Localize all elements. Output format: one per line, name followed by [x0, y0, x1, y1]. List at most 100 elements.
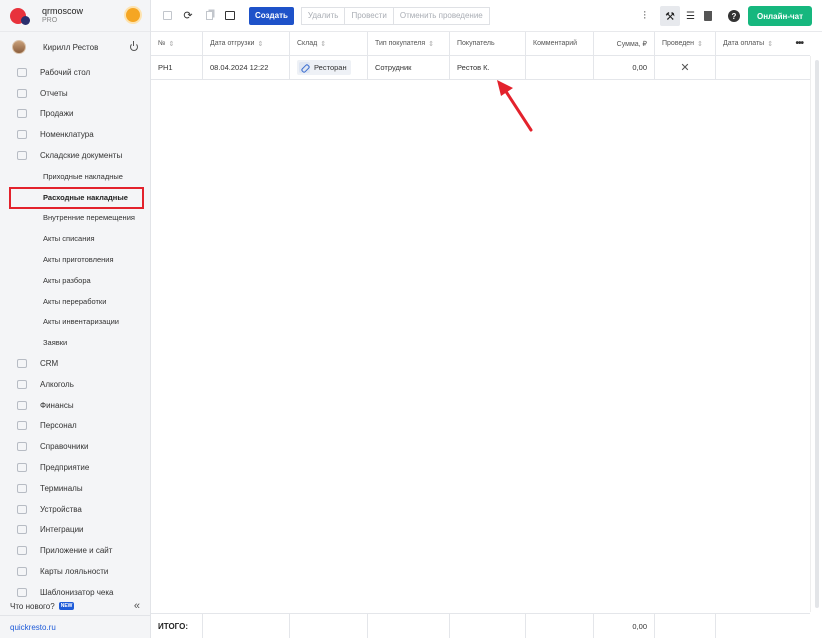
sidebar-item-warehouse-docs[interactable]: Складские документы — [0, 145, 150, 166]
user-block[interactable]: Кирилл Рестов — [0, 32, 150, 62]
sidebar-subitem-disassembly[interactable]: Акты разбора — [0, 270, 150, 291]
col-header-buyer-type[interactable]: Тип покупателя ⇕ — [368, 32, 450, 55]
sliders-icon[interactable]: ⫶ — [643, 10, 646, 23]
help-icon[interactable]: ? — [727, 10, 740, 22]
save-icon[interactable] — [161, 10, 173, 22]
cell-buyer: Рестов К. — [450, 56, 526, 79]
tools-icon[interactable]: ⚒ — [660, 6, 681, 26]
total-sum: 0,00 — [594, 614, 655, 638]
col-label: Дата отгрузки — [210, 40, 255, 47]
sidebar-item-alcohol[interactable]: Алкоголь — [0, 374, 150, 395]
sidebar-subitem-inventory[interactable]: Акты инвентаризации — [0, 312, 150, 333]
col-header-buyer[interactable]: Покупатель — [450, 32, 526, 55]
building-icon — [17, 463, 27, 473]
online-chat-button[interactable]: Онлайн-чат — [747, 6, 812, 26]
col-header-comment[interactable]: Комментарий — [526, 32, 594, 55]
footer-cell — [655, 614, 716, 638]
terminal-icon — [17, 483, 27, 493]
col-header-date[interactable]: Дата отгрузки ⇕ — [203, 32, 290, 55]
inbox-icon[interactable] — [224, 10, 236, 22]
trash-icon[interactable] — [703, 11, 712, 21]
user-name: Кирилл Рестов — [43, 42, 99, 52]
sidebar-subitem-requests[interactable]: Заявки — [0, 332, 150, 353]
sidebar-item-finance[interactable]: Финансы — [0, 395, 150, 416]
main-menu: Рабочий стол Отчеты Продажи Номенклатура… — [0, 62, 150, 603]
cell-comment — [526, 56, 594, 79]
footer-cell — [526, 614, 594, 638]
delete-button[interactable]: Удалить — [300, 6, 346, 25]
cell-paid-date — [716, 56, 810, 79]
sidebar-subitem-transfers[interactable]: Внутренние перемещения — [0, 208, 150, 229]
link-icon — [299, 62, 310, 73]
col-header-store[interactable]: Склад ⇕ — [290, 32, 368, 55]
main-content: ⟳ Создать Удалить Провести Отменить пров… — [151, 0, 822, 638]
sidebar-item-references[interactable]: Справочники — [0, 436, 150, 457]
sort-icon: ⇕ — [257, 40, 264, 48]
collapse-sidebar-icon[interactable]: « — [134, 600, 140, 612]
brand-name: qrmoscow — [42, 6, 84, 16]
more-icon[interactable]: ••• — [795, 38, 803, 49]
sidebar-item-terminals[interactable]: Терминалы — [0, 478, 150, 499]
store-chip[interactable]: Ресторан — [297, 60, 351, 75]
whatsnew-row[interactable]: Что нового? NEW « — [0, 596, 150, 616]
sidebar-item-crm[interactable]: CRM — [0, 353, 150, 374]
avatar — [12, 40, 26, 54]
copy-glyph — [205, 11, 213, 20]
cell-buyer-type: Сотрудник — [368, 56, 450, 79]
sun-icon[interactable] — [126, 8, 140, 22]
cell-posted: ✕ — [655, 56, 716, 79]
sidebar-subitem-incoming[interactable]: Приходные накладные — [0, 166, 150, 187]
sidebar-item-staff[interactable]: Персонал — [0, 416, 150, 437]
not-posted-icon: ✕ — [680, 62, 690, 74]
sidebar-item-loyalty[interactable]: Карты лояльности — [0, 561, 150, 582]
whatsnew-link[interactable]: Что нового? — [10, 602, 55, 611]
action-button-group: Удалить Провести Отменить проведение — [300, 6, 490, 25]
site-link[interactable]: quickresto.ru — [10, 623, 56, 632]
sidebar-item-nomenclature[interactable]: Номенклатура — [0, 124, 150, 145]
sidebar-item-integrations[interactable]: Интеграции — [0, 520, 150, 541]
footer-cell — [368, 614, 450, 638]
create-button[interactable]: Создать — [249, 6, 294, 25]
sidebar-item-devices[interactable]: Устройства — [0, 499, 150, 520]
table-row[interactable]: РН1 08.04.2024 12:22 Ресторан Сотрудник … — [151, 56, 810, 80]
sidebar-subitem-processing[interactable]: Акты переработки — [0, 291, 150, 312]
toolbar: ⟳ Создать Удалить Провести Отменить пров… — [151, 0, 822, 32]
power-icon[interactable] — [130, 41, 138, 51]
sidebar-item-dashboard[interactable]: Рабочий стол — [0, 62, 150, 83]
col-header-posted[interactable]: Проведен ⇕ — [655, 32, 716, 55]
vertical-scrollbar[interactable] — [810, 56, 822, 612]
sort-icon: ⇕ — [428, 40, 435, 48]
footer-cell — [290, 614, 368, 638]
cell-sum: 0,00 — [594, 56, 655, 79]
list-icon[interactable]: ☰ — [686, 11, 695, 22]
sidebar-subitem-cooking[interactable]: Акты приготовления — [0, 249, 150, 270]
col-header-sum[interactable]: Сумма, ₽ — [594, 32, 655, 55]
copy-icon[interactable] — [203, 10, 215, 22]
arrow-head — [497, 80, 513, 96]
col-header-paid-date[interactable]: Дата оплаты ⇕ ••• — [716, 32, 810, 55]
sidebar-item-reports[interactable]: Отчеты — [0, 83, 150, 104]
sidebar-item-app-site[interactable]: Приложение и сайт — [0, 540, 150, 561]
printer-icon — [17, 504, 27, 514]
sort-icon: ⇕ — [168, 40, 175, 48]
col-label: Комментарий — [533, 40, 578, 47]
table-footer: ИТОГО: 0,00 — [151, 613, 810, 638]
post-button[interactable]: Провести — [344, 6, 394, 25]
col-label: Дата оплаты — [723, 40, 765, 47]
sidebar-subitem-writeoff[interactable]: Акты списания — [0, 228, 150, 249]
refresh-icon[interactable]: ⟳ — [182, 10, 194, 22]
book-icon — [17, 442, 27, 452]
gauge-icon — [17, 67, 27, 77]
sort-icon: ⇕ — [320, 40, 327, 48]
brand-block[interactable]: qrmoscow PRO — [0, 0, 150, 32]
sidebar-item-sales[interactable]: Продажи — [0, 104, 150, 125]
infinity-icon — [17, 525, 27, 535]
sidebar-item-enterprise[interactable]: Предприятие — [0, 457, 150, 478]
store-name: Ресторан — [314, 63, 347, 72]
footer-cell — [716, 614, 810, 638]
col-header-number[interactable]: № ⇕ — [151, 32, 203, 55]
card-icon — [17, 567, 27, 577]
unpost-button[interactable]: Отменить проведение — [392, 6, 490, 25]
sort-icon: ⇕ — [697, 40, 703, 48]
total-label-cell: ИТОГО: — [151, 614, 203, 638]
